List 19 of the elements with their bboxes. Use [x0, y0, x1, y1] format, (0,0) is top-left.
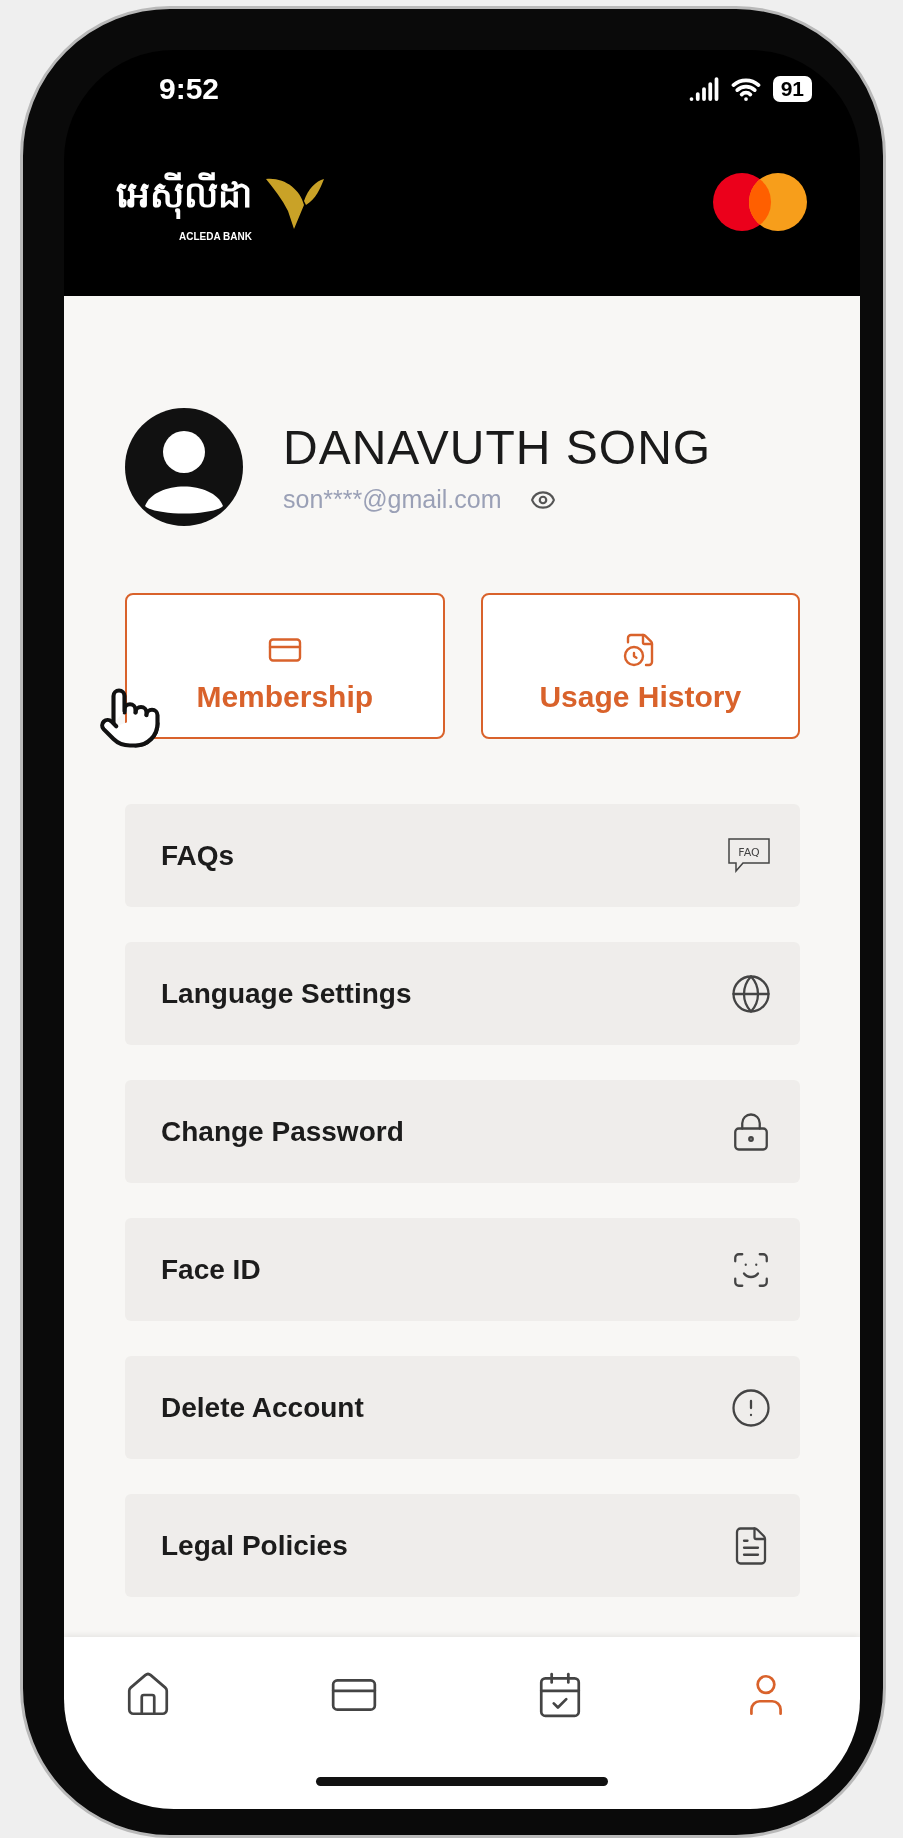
profile-email: son****@gmail.com: [283, 485, 502, 514]
settings-item[interactable]: FAQs FAQ: [125, 804, 800, 907]
settings-item[interactable]: Legal Policies: [125, 1494, 800, 1597]
settings-item[interactable]: Language Settings: [125, 942, 800, 1045]
status-time: 9:52: [159, 72, 220, 106]
profile-name: DANAVUTH SONG: [283, 420, 712, 475]
settings-item[interactable]: Delete Account: [125, 1356, 800, 1459]
membership-button[interactable]: Membership: [125, 593, 445, 739]
logo-subtext: ACLEDA BANK: [179, 231, 252, 244]
globe-icon: [730, 972, 772, 1015]
settings-item[interactable]: Change Password: [125, 1080, 800, 1183]
card-network-logo-icon: [712, 172, 808, 232]
signal-icon: [688, 74, 719, 104]
logo-text: អេស៊ីលីដា: [116, 160, 252, 230]
settings-item[interactable]: Face ID: [125, 1218, 800, 1321]
usage-history-button[interactable]: Usage History: [480, 593, 800, 739]
faq-speech-bubble-icon: FAQ: [726, 835, 772, 876]
exclamation-circle-icon: [730, 1386, 772, 1429]
battery-level: 91: [772, 76, 812, 102]
